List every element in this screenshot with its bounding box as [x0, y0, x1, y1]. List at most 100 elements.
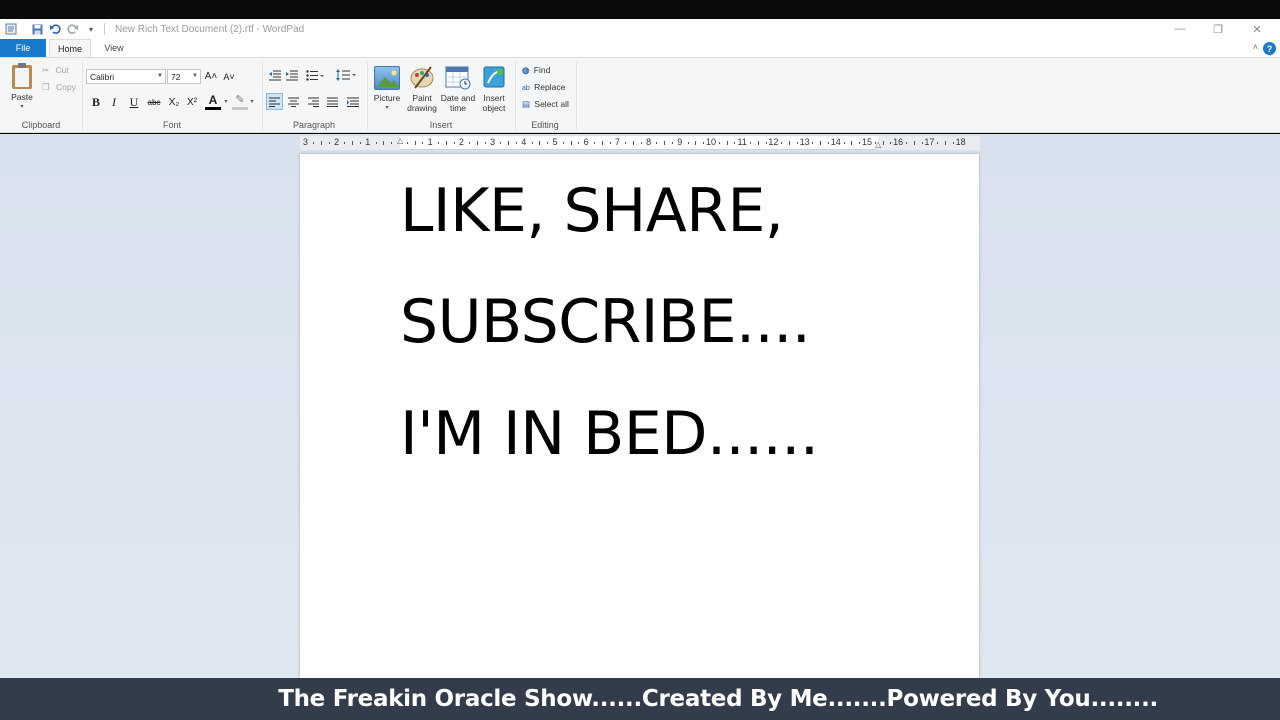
save-icon[interactable] [30, 22, 44, 36]
ruler-tick-mark [477, 141, 478, 145]
align-left-icon[interactable] [266, 93, 283, 110]
customize-qat-dropdown-icon[interactable]: ▾ [84, 22, 98, 36]
paste-button[interactable]: Paste ▾ [6, 62, 38, 112]
ruler-tick-mark [562, 142, 564, 144]
banner-text: The Freakin Oracle Show......Created By … [278, 686, 1158, 712]
ruler-tick-mark [913, 141, 915, 145]
ruler-tick-label: 4 [521, 137, 527, 147]
find-label: Find [533, 65, 551, 75]
align-center-icon[interactable] [286, 94, 301, 109]
clipboard-group-label: Clipboard [21, 120, 61, 130]
underline-button[interactable]: U [126, 94, 142, 110]
text-color-dropdown-icon[interactable]: ▾ [222, 96, 230, 106]
ruler-tick-label: 3 [302, 137, 308, 147]
ruler-tick-mark [734, 142, 736, 144]
redo-icon[interactable] [66, 22, 80, 36]
copy-button[interactable]: ❐ Copy [42, 82, 76, 93]
superscript-button[interactable]: X² [184, 94, 200, 110]
shrink-font-button[interactable]: A˅ [222, 69, 236, 84]
ruler-tick-mark [937, 142, 939, 144]
collapse-ribbon-icon[interactable]: ˄ [1253, 42, 1258, 52]
ruler-tick-label: 16 [893, 137, 904, 147]
undo-icon[interactable] [48, 22, 62, 36]
help-icon[interactable]: ? [1263, 42, 1276, 55]
wordpad-app-icon[interactable] [4, 22, 18, 36]
italic-button[interactable]: I [106, 94, 122, 110]
chevron-down-icon: ▼ [157, 73, 163, 79]
copy-label: Copy [56, 82, 76, 92]
close-button[interactable]: ✕ [1237, 19, 1277, 39]
ruler-tick-mark [508, 141, 510, 145]
ruler-tick-mark [687, 142, 689, 144]
ruler-tick-mark [531, 142, 533, 144]
line-spacing-icon[interactable] [335, 68, 357, 82]
insert-group-label: Insert [429, 120, 453, 130]
ruler-tick-mark [344, 142, 346, 144]
picture-button[interactable]: Picture ▾ [370, 66, 404, 113]
ruler-tick-mark [796, 142, 798, 144]
caption-banner: The Freakin Oracle Show......Created By … [0, 678, 1280, 720]
font-size-combo[interactable]: 72 ▼ [167, 69, 201, 84]
ruler-tick-mark [890, 142, 892, 144]
highlight-dropdown-icon[interactable]: ▾ [248, 96, 256, 106]
document-line-3[interactable]: I'M IN BED...... [400, 399, 819, 469]
ruler-tick-label: 5 [552, 137, 558, 147]
ruler-tick-mark [640, 142, 642, 144]
ruler-tick-mark [375, 142, 377, 144]
bold-button[interactable]: B [88, 94, 104, 110]
datetime-label-2: time [449, 103, 467, 113]
ruler-tick-mark [906, 142, 907, 144]
grow-font-button[interactable]: A˄ [204, 69, 218, 84]
tab-home[interactable]: Home [49, 39, 91, 58]
ruler-tick-mark [820, 141, 822, 145]
insert-object-button[interactable]: Insert object [477, 64, 511, 113]
ruler-tick-mark [570, 141, 572, 145]
strikethrough-button[interactable]: abc [145, 94, 163, 110]
highlight-button[interactable]: ✎ [232, 92, 248, 110]
picture-dropdown-icon: ▾ [385, 105, 389, 111]
horizontal-ruler[interactable]: 3 2 1 1 2 3 4 5 6 7 8 9 10 11 12 13 14 15 16 17 18 △ △ [300, 136, 980, 150]
paragraph-dialog-icon[interactable] [345, 94, 360, 109]
minimize-button[interactable]: — [1160, 19, 1200, 39]
increase-indent-icon[interactable] [285, 68, 299, 82]
select-all-icon: ▤ [522, 99, 531, 109]
paint-drawing-button[interactable]: Paint drawing [404, 64, 440, 113]
decrease-indent-icon[interactable] [268, 68, 282, 82]
ruler-tick-mark [695, 141, 697, 145]
tab-file[interactable]: File [0, 39, 46, 57]
ruler-tick-mark [718, 142, 720, 144]
align-right-icon[interactable] [306, 94, 321, 109]
justify-icon[interactable] [325, 94, 340, 109]
ruler-tick-mark [851, 141, 853, 145]
font-family-combo[interactable]: Calibri ▼ [86, 69, 166, 84]
subscript-button[interactable]: X₂ [166, 94, 182, 110]
indent-marker-icon[interactable]: △ [397, 136, 403, 145]
tab-view[interactable]: View [96, 39, 132, 57]
cut-button[interactable]: ✂ Cut [42, 65, 69, 76]
select-all-button[interactable]: ▤ Select all [522, 99, 569, 110]
document-line-2[interactable]: SUBSCRIBE.... [400, 287, 811, 357]
paste-label: Paste [11, 92, 33, 102]
ruler-tick-mark [414, 141, 416, 145]
ruler-tick-mark [664, 141, 666, 145]
font-group-label: Font [162, 120, 181, 130]
document-page[interactable]: LIKE, SHARE, SUBSCRIBE.... I'M IN BED...… [300, 154, 979, 678]
ruler-tick-mark [578, 142, 580, 144]
replace-button[interactable]: ab Replace [522, 82, 565, 92]
restore-button[interactable]: ❐ [1198, 19, 1238, 39]
right-indent-marker-icon[interactable]: △ [875, 140, 881, 149]
find-button[interactable]: ◍ Find [522, 65, 550, 76]
date-time-button[interactable]: Date and time [439, 64, 477, 113]
document-line-1[interactable]: LIKE, SHARE, [400, 176, 784, 246]
ruler-tick-mark [625, 142, 627, 144]
datetime-label-1: Date and [440, 93, 476, 103]
bullets-list-icon[interactable] [305, 68, 325, 82]
ruler-tick-label: 7 [614, 137, 620, 147]
text-color-button[interactable]: A [205, 92, 221, 110]
paint-label-1: Paint [412, 93, 432, 103]
ruler-tick-mark [789, 141, 790, 145]
ruler-tick-mark [609, 142, 611, 144]
group-separator [576, 62, 577, 130]
ruler-tick-mark [765, 142, 767, 144]
ruler-tick-mark [921, 142, 923, 144]
